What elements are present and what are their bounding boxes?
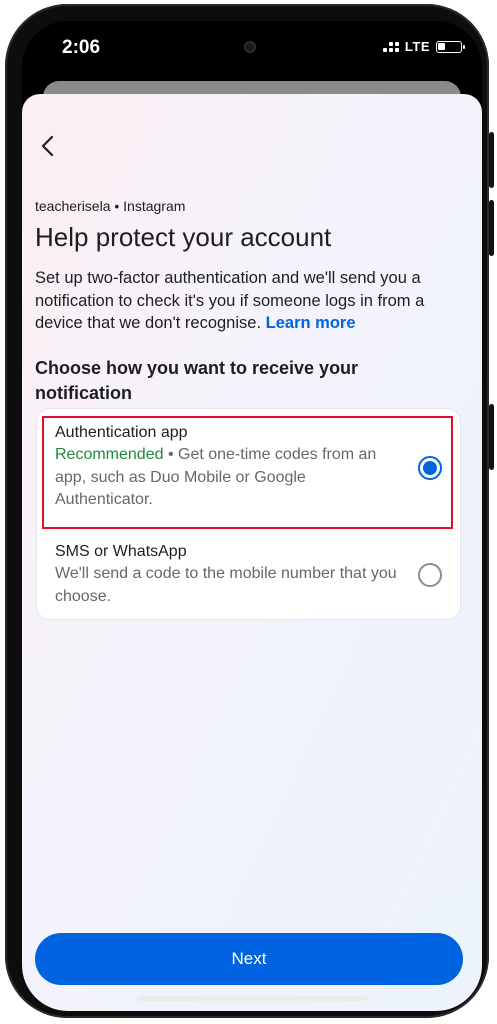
- battery-icon: [436, 40, 465, 53]
- section-heading: Choose how you want to receive your noti…: [35, 358, 359, 403]
- recommended-label: Recommended: [55, 446, 164, 463]
- back-button[interactable]: [34, 132, 62, 160]
- option-title: Authentication app: [55, 424, 188, 441]
- status-icons: LTE: [382, 39, 465, 54]
- next-button[interactable]: Next: [35, 933, 463, 985]
- learn-more-link[interactable]: Learn more: [266, 314, 356, 332]
- power-button: [489, 132, 494, 188]
- screen: 2:06 LTE teacherisela • Instagram Help p…: [22, 21, 482, 1011]
- footer: Next: [22, 916, 482, 1011]
- description-text: Set up two-factor authentication and we'…: [35, 269, 425, 332]
- side-key: [489, 404, 494, 470]
- option-title: SMS or WhatsApp: [55, 543, 187, 560]
- option-description: We'll send a code to the mobile number t…: [55, 565, 397, 605]
- network-type: LTE: [404, 39, 430, 54]
- two-factor-sheet: teacherisela • Instagram Help protect yo…: [22, 94, 482, 1011]
- description: Set up two-factor authentication and we'…: [35, 267, 470, 335]
- signal-icon: [382, 41, 399, 52]
- home-indicator[interactable]: [137, 996, 367, 1001]
- option-description: Recommended • Get one-time codes from an…: [55, 444, 400, 512]
- status-time: 2:06: [62, 37, 101, 58]
- front-camera: [244, 41, 256, 53]
- account-label: teacherisela • Instagram: [35, 198, 186, 214]
- options-card: Authentication app Recommended • Get one…: [36, 408, 461, 620]
- radio-authentication-app[interactable]: [418, 456, 442, 480]
- phone-frame: 2:06 LTE teacherisela • Instagram Help p…: [5, 4, 494, 1018]
- option-authentication-app[interactable]: Authentication app Recommended • Get one…: [55, 422, 400, 512]
- chevron-left-icon: [41, 135, 54, 157]
- status-bar: 2:06 LTE: [22, 21, 482, 77]
- page-title: Help protect your account: [35, 222, 332, 252]
- radio-sms-whatsapp[interactable]: [418, 563, 442, 587]
- option-sms-whatsapp[interactable]: SMS or WhatsApp We'll send a code to the…: [55, 541, 400, 608]
- volume-button: [489, 200, 494, 256]
